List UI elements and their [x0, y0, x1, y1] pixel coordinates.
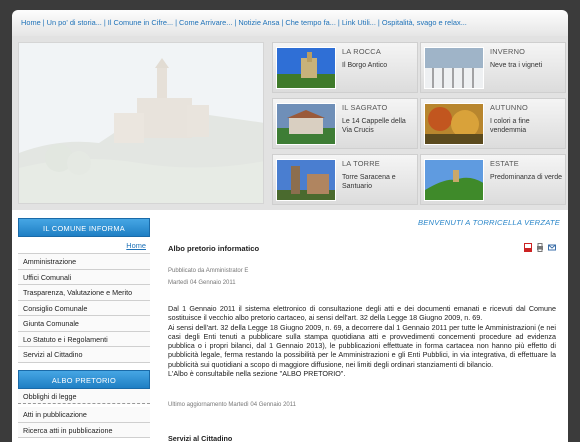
tile-inverno[interactable]: INVERNO Neve tra i vigneti: [420, 42, 566, 93]
tile-title: ESTATE: [490, 159, 519, 168]
article-body: Dal 1 Gennaio 2011 il sistema elettronic…: [168, 304, 556, 378]
article-paragraph: Ai sensi dell'art. 32 della Legge 18 Giu…: [168, 322, 556, 369]
nav-separator: |: [377, 18, 380, 27]
la-torre-thumbnail: [276, 159, 336, 201]
sidebar-item-atti-pubblicazione[interactable]: Atti in pubblicazione: [18, 407, 150, 423]
sidebar-item-consiglio-comunale[interactable]: Consiglio Comunale: [18, 300, 150, 316]
article-paragraph: L'Albo è consultabile nella sezione "ALB…: [168, 369, 346, 379]
welcome-banner: BENVENUTI A TORRICELLA VERZATE: [417, 218, 560, 227]
sidebar-header-comune-informa: IL COMUNE INFORMA: [18, 218, 150, 237]
la-rocca-thumbnail: [276, 47, 336, 89]
tile-title: LA ROCCA: [342, 47, 381, 56]
pdf-icon[interactable]: [524, 243, 532, 252]
hero-image: [18, 42, 264, 204]
tile-title: IL SAGRATO: [342, 103, 388, 112]
tile-subtitle: Le 14 Cappelle della Via Crucis: [342, 118, 406, 134]
last-update: Ultimo aggiornamento Martedì 04 Gennaio …: [168, 402, 296, 408]
nav-separator: |: [281, 18, 284, 27]
nav-separator: |: [175, 18, 178, 27]
article-date: Martedì 04 Gennaio 2011: [168, 280, 236, 286]
tile-subtitle: Predominanza di verde: [490, 174, 562, 181]
sidebar-home-link[interactable]: Home: [18, 237, 150, 254]
estate-thumbnail: [424, 159, 484, 201]
sidebar-item-statuto-regolamenti[interactable]: Lo Statuto e i Regolamenti: [18, 331, 150, 347]
nav-home[interactable]: Home: [21, 18, 41, 27]
sidebar: IL COMUNE INFORMA Home Amministrazione U…: [18, 218, 150, 438]
tile-estate[interactable]: ESTATE Predominanza di verde: [420, 154, 566, 205]
article-author: Pubblicato da Amministrator E: [168, 268, 249, 274]
email-icon[interactable]: [548, 243, 556, 252]
tile-autunno[interactable]: AUTUNNO I colori a fine vendemmia: [420, 98, 566, 149]
nav-ospitalita[interactable]: Ospitalità, svago e relax...: [382, 18, 467, 27]
sidebar-item-obblighi-legge[interactable]: Obblighi di legge: [18, 388, 150, 404]
nav-separator: |: [337, 18, 340, 27]
nav-comune-in-cifre[interactable]: Il Comune in Cifre...: [108, 18, 173, 27]
nav-separator: |: [234, 18, 237, 27]
il-sagrato-thumbnail: [276, 103, 336, 145]
sidebar-item-giunta-comunale[interactable]: Giunta Comunale: [18, 316, 150, 332]
tile-il-sagrato[interactable]: IL SAGRATO Le 14 Cappelle della Via Cruc…: [272, 98, 418, 149]
tile-title: AUTUNNO: [490, 103, 528, 112]
tile-title: INVERNO: [490, 47, 526, 56]
sidebar-header-albo-pretorio: ALBO PRETORIO: [18, 369, 150, 389]
nav-come-arrivare[interactable]: Come Arrivare...: [179, 18, 232, 27]
nav-meteo[interactable]: Che tempo fa...: [285, 18, 336, 27]
tile-subtitle: Torre Saracena e Santuario: [342, 174, 396, 190]
sidebar-item-servizi-cittadino[interactable]: Servizi al Cittadino: [18, 347, 150, 363]
sidebar-item-ricerca-atti[interactable]: Ricerca atti in pubblicazione: [18, 422, 150, 438]
tile-title: LA TORRE: [342, 159, 380, 168]
tile-subtitle: Neve tra i vigneti: [490, 62, 543, 69]
article-content: BENVENUTI A TORRICELLA VERZATE Albo pret…: [156, 218, 562, 442]
nav-separator: |: [42, 18, 45, 27]
article-title[interactable]: Albo pretorio informatico: [168, 244, 259, 253]
section-title-servizi[interactable]: Servizi al Cittadino: [168, 434, 232, 442]
sidebar-item-trasparenza[interactable]: Trasparenza, Valutazione e Merito: [18, 285, 150, 301]
nav-storia[interactable]: Un po' di storia...: [47, 18, 102, 27]
nav-notizie-ansa[interactable]: Notizie Ansa: [238, 18, 279, 27]
tile-subtitle: Il Borgo Antico: [342, 62, 388, 69]
print-icon[interactable]: [536, 243, 544, 252]
nav-separator: |: [103, 18, 106, 27]
tile-la-rocca[interactable]: LA ROCCA Il Borgo Antico: [272, 42, 418, 93]
article-actions: [524, 243, 556, 252]
nav-link-utili[interactable]: Link Utili...: [342, 18, 376, 27]
article-paragraph: Dal 1 Gennaio 2011 il sistema elettronic…: [168, 304, 556, 323]
top-navigation: Home | Un po' di storia... | Il Comune in Ci…: [12, 10, 568, 36]
inverno-thumbnail: [424, 47, 484, 89]
tile-la-torre[interactable]: LA TORRE Torre Saracena e Santuario: [272, 154, 418, 205]
autunno-thumbnail: [424, 103, 484, 145]
sidebar-item-uffici-comunali[interactable]: Uffici Comunali: [18, 269, 150, 285]
sidebar-item-amministrazione[interactable]: Amministrazione: [18, 254, 150, 270]
tile-subtitle: I colori a fine vendemmia: [490, 118, 530, 134]
